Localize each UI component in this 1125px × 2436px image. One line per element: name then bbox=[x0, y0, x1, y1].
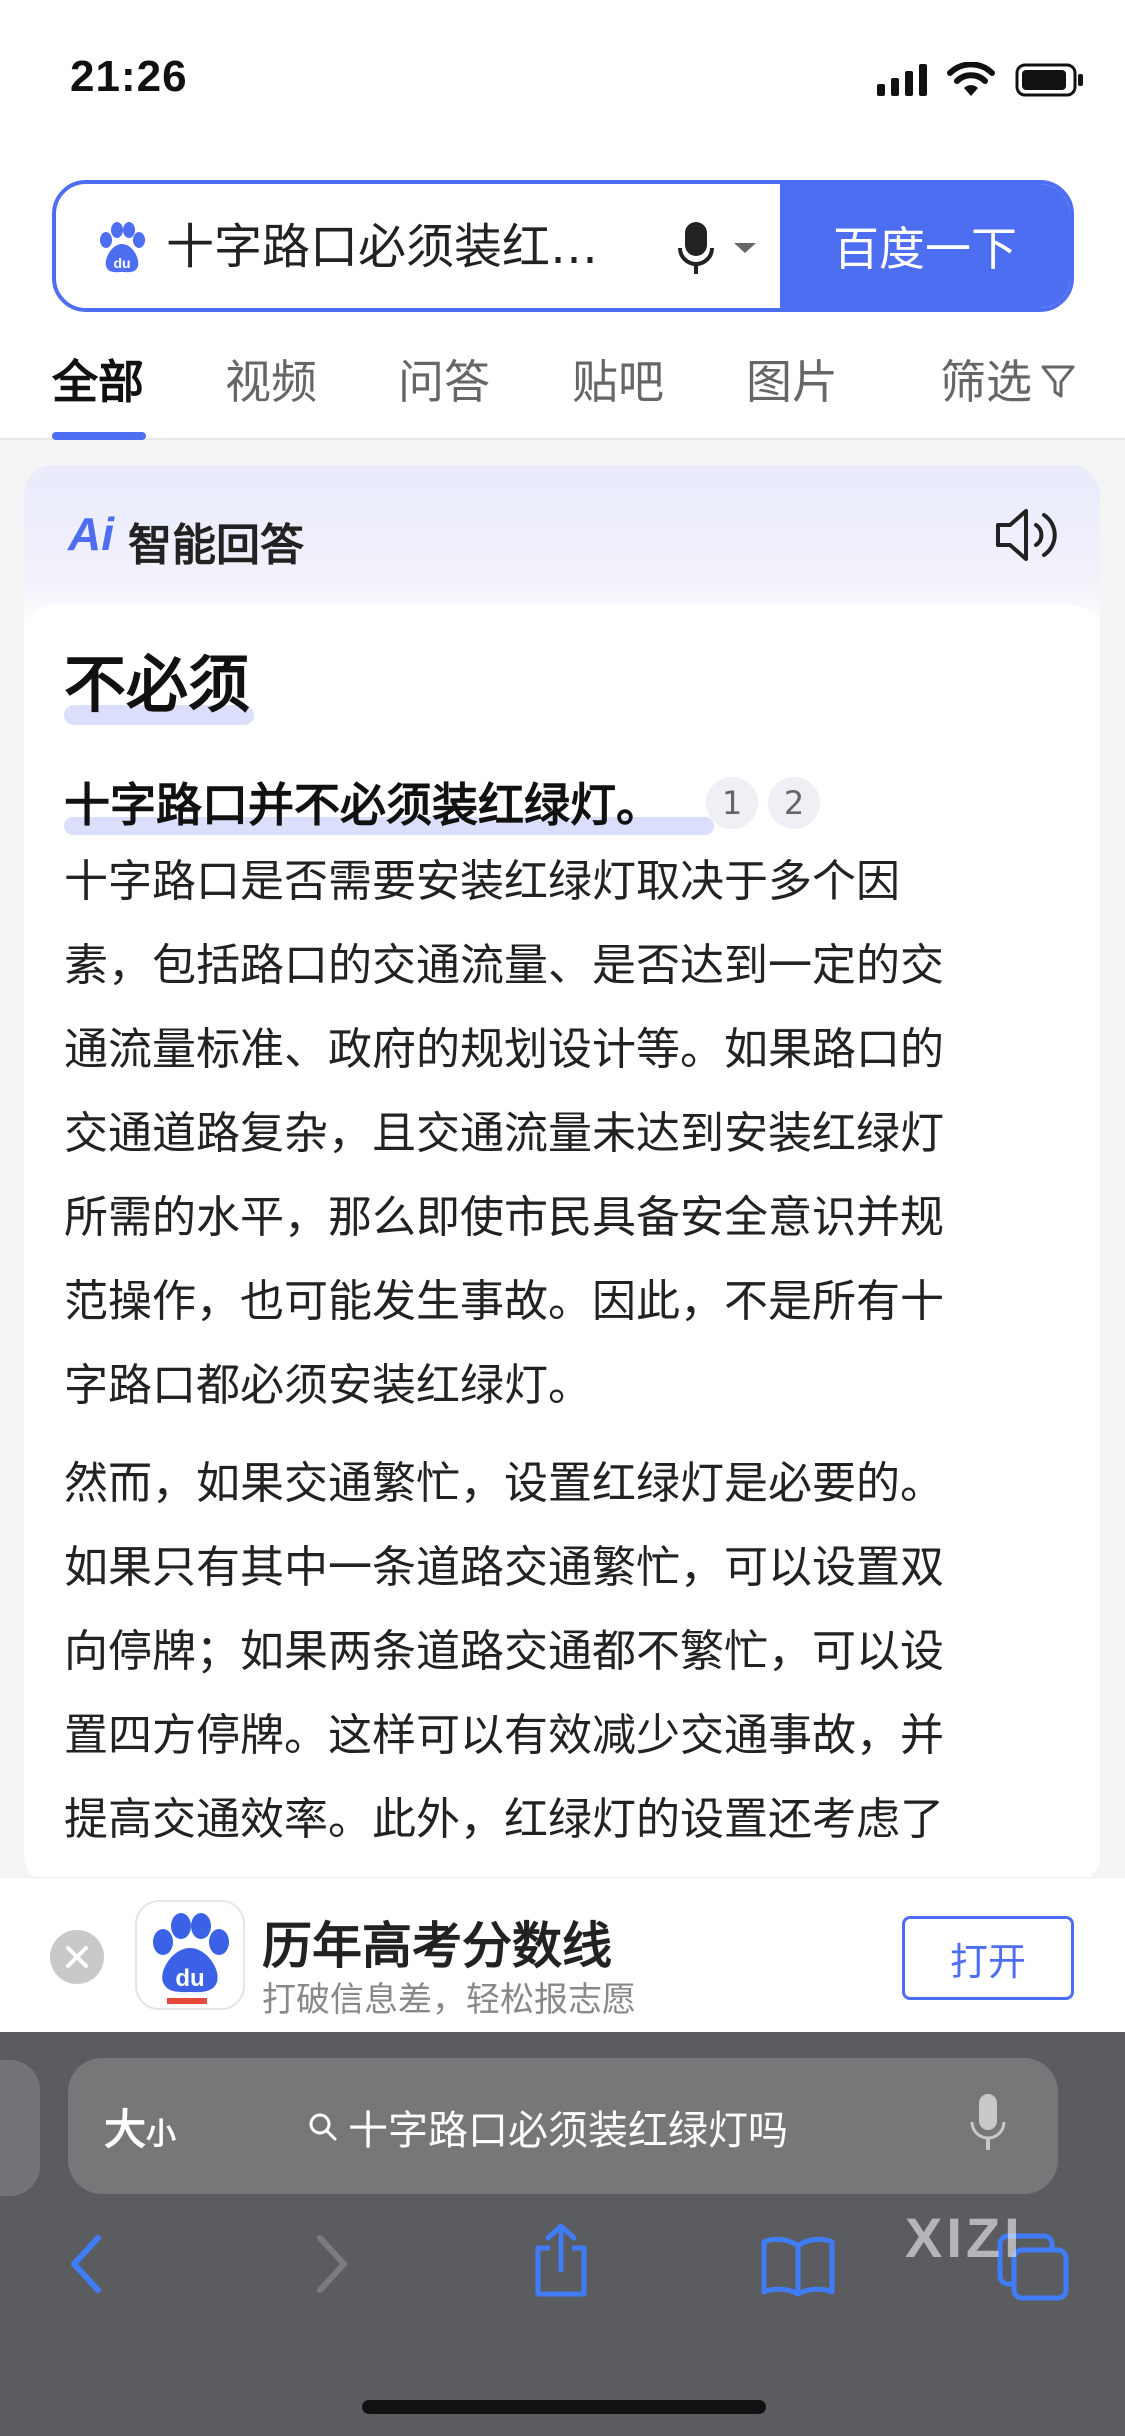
tab-all[interactable]: 全部 bbox=[52, 352, 144, 412]
chevron-down-icon[interactable] bbox=[732, 240, 758, 256]
promo-subtitle: 打破信息差，轻松报志愿 bbox=[262, 1980, 636, 2020]
text-size-large: 大 bbox=[104, 2105, 147, 2154]
citation-badge[interactable]: 1 bbox=[706, 777, 758, 829]
baidu-app-icon: du bbox=[153, 1913, 229, 2004]
paragraph-line: 如果只有其中一条道路交通繁忙，可以设置双 bbox=[64, 1542, 944, 1593]
text-size-button[interactable]: 大小 bbox=[104, 2096, 176, 2157]
address-text: 十字路口必须装红绿灯吗 bbox=[348, 2108, 788, 2154]
ai-logo: Ai bbox=[68, 508, 114, 560]
search-icon bbox=[309, 2113, 337, 2141]
paragraph-line: 然而，如果交通繁忙，设置红绿灯是必要的。 bbox=[64, 1458, 944, 1509]
filter-label: 筛选 bbox=[940, 355, 1032, 409]
paragraph-line: 素，包括路口的交通流量、是否达到一定的交 bbox=[64, 940, 944, 991]
paragraph-line: 通流量标准、政府的规划设计等。如果路口的 bbox=[64, 1024, 944, 1075]
ai-answer-header: Ai 智能回答 bbox=[24, 465, 1100, 605]
active-tab-indicator bbox=[52, 432, 146, 440]
back-icon[interactable] bbox=[66, 2232, 106, 2296]
address-bar[interactable]: 大小 十字路口必须装红绿灯吗 bbox=[68, 2058, 1058, 2194]
bookmarks-icon[interactable] bbox=[760, 2236, 836, 2296]
answer-paragraph: 十字路口是否需要安装红绿灯取决于多个因 素，包括路口的交通流量、是否达到一定的交… bbox=[64, 840, 1064, 1428]
voice-search-icon[interactable] bbox=[676, 220, 716, 276]
tab-tieba[interactable]: 贴吧 bbox=[572, 352, 664, 412]
app-icon-text: du bbox=[175, 1965, 204, 1992]
status-bar: 21:26 bbox=[0, 0, 1125, 160]
paragraph-line: 范操作，也可能发生事故。因此，不是所有十 bbox=[64, 1276, 944, 1327]
result-tabs: 全部 视频 问答 贴吧 图片 筛选 bbox=[0, 340, 1125, 440]
answer-paragraph: 然而，如果交通繁忙，设置红绿灯是必要的。 如果只有其中一条道路交通繁忙，可以设置… bbox=[64, 1442, 1064, 1862]
close-banner-button[interactable] bbox=[50, 1930, 104, 1984]
search-button[interactable]: 百度一下 bbox=[780, 184, 1070, 308]
citation-badge[interactable]: 2 bbox=[768, 777, 820, 829]
tab-qa[interactable]: 问答 bbox=[398, 352, 490, 412]
watermark: XIZI bbox=[905, 2206, 1024, 2269]
text-size-small: 小 bbox=[146, 2117, 177, 2152]
app-icon: du bbox=[135, 1900, 245, 2010]
paragraph-line: 向停牌；如果两条道路交通都不繁忙，可以设 bbox=[64, 1626, 944, 1677]
ai-answer-title: 智能回答 bbox=[128, 520, 304, 571]
status-icons bbox=[877, 62, 1085, 98]
paragraph-line: 字路口都必须安装红绿灯。 bbox=[64, 1360, 592, 1411]
paragraph-line: 置四方停牌。这样可以有效减少交通事故，并 bbox=[64, 1710, 944, 1761]
baidu-paw-icon: du bbox=[100, 222, 145, 273]
paragraph-line: 提高交通效率。此外，红绿灯的设置还考虑了 bbox=[64, 1794, 944, 1845]
open-app-button[interactable]: 打开 bbox=[902, 1916, 1074, 2000]
svg-text:du: du bbox=[113, 255, 130, 271]
paragraph-line: 交通道路复杂，且交通流量未达到安装红绿灯 bbox=[64, 1108, 944, 1159]
search-box[interactable]: du 十字路口必须装红绿灯吗 百度一下 bbox=[52, 180, 1074, 312]
search-header: du 十字路口必须装红绿灯吗 百度一下 全部 视频 问答 贴吧 图片 筛选 bbox=[0, 160, 1125, 440]
search-input[interactable]: 十字路口必须装红绿灯吗 bbox=[166, 212, 646, 282]
answer-headline: 不必须 bbox=[64, 648, 251, 721]
promo-title: 历年高考分数线 bbox=[262, 1917, 612, 1975]
address-field[interactable]: 十字路口必须装红绿灯吗 bbox=[308, 2098, 788, 2156]
tab-video[interactable]: 视频 bbox=[225, 352, 317, 412]
cellular-signal-icon bbox=[877, 64, 927, 96]
answer-summary: 十字路口并不必须装红绿灯。 bbox=[64, 778, 662, 832]
microphone-icon[interactable] bbox=[968, 2092, 1008, 2156]
paragraph-line: 所需的水平，那么即使市民具备安全意识并规 bbox=[64, 1192, 944, 1243]
forward-icon[interactable] bbox=[312, 2232, 352, 2296]
paragraph-line: 十字路口是否需要安装红绿灯取决于多个因 bbox=[64, 856, 900, 907]
share-icon[interactable] bbox=[530, 2222, 592, 2298]
wifi-icon bbox=[947, 62, 995, 96]
battery-icon bbox=[1015, 63, 1083, 97]
ai-answer-card: Ai 智能回答 不必须 十字路口并不必须装红绿灯。 1 2 十字路口是否需要安装… bbox=[24, 465, 1100, 1885]
status-time: 21:26 bbox=[70, 52, 188, 101]
tab-images[interactable]: 图片 bbox=[746, 352, 838, 412]
speaker-icon[interactable] bbox=[994, 505, 1060, 565]
previous-tab-peek[interactable] bbox=[0, 2060, 40, 2196]
ai-answer-body: 不必须 十字路口并不必须装红绿灯。 1 2 十字路口是否需要安装红绿灯取决于多个… bbox=[24, 605, 1100, 1885]
app-promo-banner: du 历年高考分数线 打破信息差，轻松报志愿 打开 bbox=[0, 1877, 1125, 2032]
close-icon bbox=[66, 1946, 88, 1968]
filter-icon bbox=[1041, 365, 1075, 398]
home-indicator bbox=[362, 2400, 766, 2414]
filter-button[interactable]: 筛选 bbox=[940, 352, 1076, 412]
